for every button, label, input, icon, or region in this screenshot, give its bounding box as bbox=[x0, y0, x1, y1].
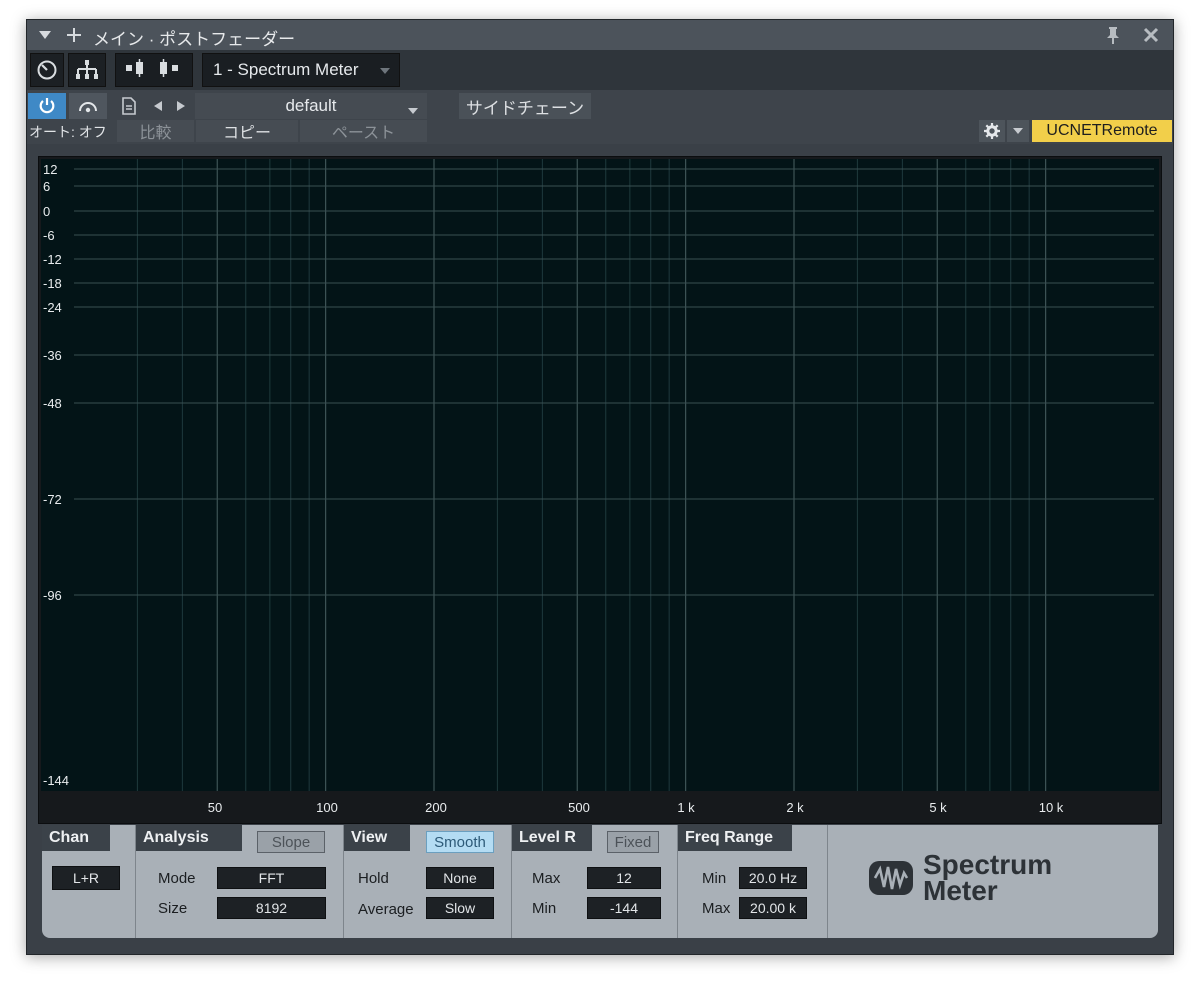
x-label: 200 bbox=[425, 800, 447, 815]
average-label: Average bbox=[358, 901, 414, 918]
freq-range-tab: Freq Range bbox=[678, 825, 792, 851]
size-label: Size bbox=[158, 900, 188, 917]
plugin-toolbar: 1 - Spectrum Meter bbox=[27, 50, 1173, 90]
preset-file-icon[interactable] bbox=[115, 93, 143, 119]
bypass-meter-icon[interactable] bbox=[69, 93, 107, 119]
plugin-window: メイン · ポストフェーダー 1 - Spectrum Meter defaul… bbox=[26, 19, 1174, 955]
plugin-name: 1 - Spectrum Meter bbox=[213, 60, 359, 79]
fixed-toggle[interactable]: Fixed bbox=[607, 831, 659, 853]
sidechain-button[interactable]: サイドチェーン bbox=[459, 93, 591, 119]
control-panel: Chan L+R Analysis Slope Mode FFT Size 81… bbox=[42, 825, 1158, 938]
analysis-section: Analysis Slope Mode FFT Size 8192 bbox=[136, 825, 344, 938]
y-label: -144 bbox=[43, 773, 70, 788]
y-label: -12 bbox=[43, 252, 62, 267]
spectrum-display: 12 6 0 -6 -12 -18 -24 -36 -48 -72 -96 -1… bbox=[38, 156, 1162, 824]
x-label: 5 k bbox=[929, 800, 947, 815]
channel-select[interactable]: L+R bbox=[52, 866, 120, 890]
x-label: 10 k bbox=[1038, 800, 1064, 815]
average-select[interactable]: Slow bbox=[426, 897, 494, 919]
chevron-down-icon bbox=[379, 63, 391, 81]
y-label: -48 bbox=[43, 396, 62, 411]
x-label: 100 bbox=[316, 800, 338, 815]
automation-status: オート: オフ bbox=[29, 124, 107, 140]
grid-lines bbox=[74, 159, 1154, 791]
y-label: 6 bbox=[43, 179, 51, 194]
prev-preset-icon[interactable] bbox=[147, 93, 169, 119]
level-max-field[interactable]: 12 bbox=[587, 867, 661, 889]
chan-section: Chan L+R bbox=[42, 825, 136, 938]
y-axis: 12 6 0 -6 -12 -18 -24 -36 -48 -72 -96 -1… bbox=[41, 159, 74, 791]
collapse-triangle-icon[interactable] bbox=[35, 20, 55, 50]
y-label: -36 bbox=[43, 348, 62, 363]
level-tab: Level R bbox=[512, 825, 592, 851]
x-label: 500 bbox=[568, 800, 590, 815]
x-label: 2 k bbox=[786, 800, 804, 815]
spectrum-graph: 12 6 0 -6 -12 -18 -24 -36 -48 -72 -96 -1… bbox=[41, 159, 1159, 821]
hold-label: Hold bbox=[358, 870, 389, 887]
hold-select[interactable]: None bbox=[426, 867, 494, 889]
compare-button[interactable]: 比較 bbox=[117, 120, 194, 142]
size-select[interactable]: 8192 bbox=[217, 897, 326, 919]
window-title: メイン · ポストフェーダー bbox=[93, 30, 296, 49]
slope-toggle[interactable]: Slope bbox=[257, 831, 325, 853]
preset-selector[interactable]: default bbox=[195, 93, 427, 119]
next-preset-icon[interactable] bbox=[170, 93, 192, 119]
min-label: Min bbox=[532, 900, 557, 917]
smooth-toggle[interactable]: Smooth bbox=[426, 831, 494, 853]
y-label: -96 bbox=[43, 588, 62, 603]
view-tab: View bbox=[344, 825, 410, 851]
chevron-down-icon[interactable] bbox=[1007, 120, 1029, 142]
analysis-tab: Analysis bbox=[136, 825, 242, 851]
power-icon[interactable] bbox=[28, 93, 66, 119]
y-label: 12 bbox=[43, 162, 58, 177]
logo-line2: Meter bbox=[923, 875, 998, 906]
spectrum-meter-logo: Spectrum Meter bbox=[867, 851, 1147, 911]
freq-min-label: Min bbox=[702, 870, 727, 887]
ucnet-remote-button[interactable]: UCNETRemote bbox=[1032, 120, 1172, 142]
pre-insert-icon[interactable] bbox=[125, 58, 149, 82]
plugin-selector[interactable]: 1 - Spectrum Meter bbox=[202, 53, 400, 87]
freq-min-field[interactable]: 20.0 Hz bbox=[739, 867, 807, 889]
freq-max-label: Max bbox=[702, 900, 731, 917]
freq-max-field[interactable]: 20.00 k bbox=[739, 897, 807, 919]
add-plus-icon[interactable] bbox=[63, 20, 85, 50]
max-label: Max bbox=[532, 870, 561, 887]
chan-tab: Chan bbox=[42, 825, 110, 851]
dial-icon[interactable] bbox=[30, 53, 64, 87]
y-label: -24 bbox=[43, 300, 62, 315]
x-label: 50 bbox=[207, 800, 223, 815]
view-section: View Smooth Hold None Average Slow bbox=[344, 825, 512, 938]
y-label: -72 bbox=[43, 492, 62, 507]
mode-select[interactable]: FFT bbox=[217, 867, 326, 889]
chevron-down-icon bbox=[407, 101, 419, 121]
title-bar: メイン · ポストフェーダー bbox=[27, 20, 1173, 50]
y-label: -18 bbox=[43, 276, 62, 291]
preset-name: default bbox=[285, 96, 337, 115]
level-section: Level R Fixed Max 12 Min -144 bbox=[512, 825, 678, 938]
level-min-field[interactable]: -144 bbox=[587, 897, 661, 919]
freq-range-section: Freq Range Min 20.0 Hz Max 20.00 k bbox=[678, 825, 828, 938]
pin-icon[interactable] bbox=[1101, 20, 1125, 50]
y-label: -6 bbox=[43, 228, 55, 243]
insert-position-buttons bbox=[115, 53, 193, 87]
x-label: 1 k bbox=[677, 800, 695, 815]
copy-button[interactable]: コピー bbox=[196, 120, 298, 142]
y-label: 0 bbox=[43, 204, 51, 219]
paste-button[interactable]: ペースト bbox=[300, 120, 427, 142]
presonus-logo-icon bbox=[869, 861, 913, 895]
preset-bar: default サイドチェーン オート: オフ 比較 コピー ペースト UCNE… bbox=[27, 90, 1173, 144]
routing-icon[interactable] bbox=[68, 53, 106, 87]
gear-icon[interactable] bbox=[979, 120, 1005, 142]
mode-label: Mode bbox=[158, 870, 196, 887]
close-icon[interactable] bbox=[1139, 20, 1163, 50]
post-insert-icon[interactable] bbox=[159, 58, 183, 82]
